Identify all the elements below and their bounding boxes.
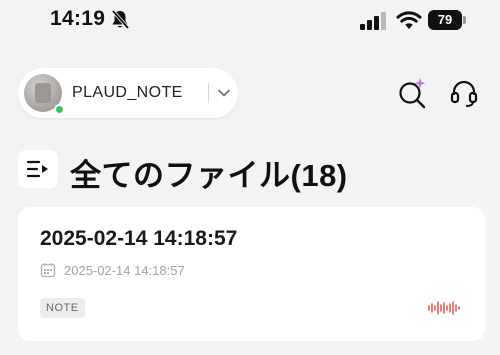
- status-time: 14:19: [50, 7, 106, 30]
- file-date: 2025-02-14 14:18:57: [64, 263, 185, 278]
- list-menu-icon: [26, 160, 48, 178]
- headset-icon[interactable]: [448, 77, 480, 109]
- ai-search-icon[interactable]: [396, 76, 430, 110]
- audio-waveform-icon: [428, 301, 460, 315]
- page-title: 全てのファイル(18): [70, 158, 348, 193]
- status-bar: 14:19 79: [0, 0, 500, 44]
- file-title: 2025-02-14 14:18:57: [40, 227, 238, 250]
- app-screen: 14:19 79 PLAUD_NOTE 全てのファイル(18) 2025-02-…: [0, 0, 500, 355]
- wifi-icon: [396, 11, 422, 29]
- file-tag: NOTE: [40, 298, 85, 318]
- battery-level: 79: [428, 10, 462, 30]
- bell-slash-icon: [111, 9, 130, 30]
- file-card[interactable]: 2025-02-14 14:18:57 2025-02-14 14:18:57 …: [18, 207, 485, 341]
- signal-icon: [360, 12, 386, 30]
- battery-cap: [463, 16, 466, 24]
- device-name: PLAUD_NOTE: [72, 84, 183, 101]
- battery-icon: 79: [428, 10, 466, 30]
- calendar-icon: [40, 263, 56, 278]
- pill-divider: [208, 83, 209, 103]
- chevron-down-icon[interactable]: [216, 85, 232, 101]
- sidebar-toggle-button[interactable]: [18, 150, 58, 188]
- device-online-indicator: [54, 104, 65, 115]
- device-selector[interactable]: PLAUD_NOTE: [18, 68, 238, 118]
